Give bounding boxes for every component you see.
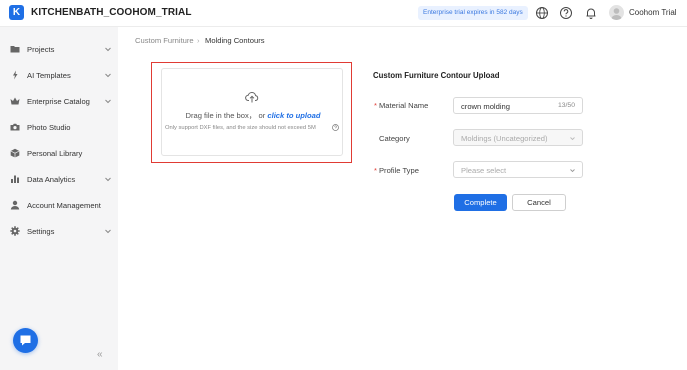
user-name[interactable]: Coohom Trial (629, 8, 677, 17)
category-value: Moldings (Uncategorized) (461, 134, 548, 143)
sidebar: Projects AI Templates Enterprise Catalog… (0, 27, 118, 370)
sidebar-item-label: Settings (27, 226, 55, 236)
character-count: 13/50 (557, 102, 575, 109)
sidebar-item-projects[interactable]: Projects (0, 37, 118, 61)
file-dropzone[interactable]: Drag file in the box， or click to upload… (161, 68, 343, 156)
breadcrumb-link-custom-furniture[interactable]: Custom Furniture (135, 36, 194, 45)
sidebar-item-photo-studio[interactable]: Photo Studio (0, 115, 118, 139)
sidebar-item-label: Projects (27, 44, 55, 54)
category-label: Category (379, 134, 410, 143)
folder-icon (10, 46, 20, 53)
form-title: Custom Furniture Contour Upload (373, 71, 500, 80)
help-icon[interactable] (559, 6, 573, 20)
app-title: KITCHENBATH_COOHOM_TRIAL (31, 7, 192, 18)
bell-icon[interactable] (584, 6, 598, 20)
sidebar-item-data-analytics[interactable]: Data Analytics (0, 167, 118, 191)
box-icon (10, 148, 20, 158)
sidebar-item-enterprise-catalog[interactable]: Enterprise Catalog (0, 89, 118, 113)
required-marker: * (374, 101, 377, 110)
chevron-down-icon (105, 229, 111, 234)
profile-type-label-text: Profile Type (378, 166, 419, 175)
cloud-upload-icon (245, 92, 259, 103)
profile-type-select[interactable]: Please select (453, 161, 583, 178)
chevron-down-icon (105, 73, 111, 78)
gear-icon (10, 226, 20, 236)
breadcrumb-separator: › (197, 36, 200, 45)
category-select: Moldings (Uncategorized) (453, 129, 583, 146)
sidebar-item-ai-templates[interactable]: AI Templates (0, 63, 118, 87)
chevron-down-icon (570, 137, 575, 141)
sidebar-item-label: Photo Studio (27, 122, 71, 132)
sidebar-item-label: Account Management (27, 200, 101, 210)
user-icon (10, 200, 20, 210)
sidebar-item-label: Personal Library (27, 148, 83, 158)
chevron-down-icon (105, 99, 111, 104)
chevron-down-icon (105, 47, 111, 52)
crown-icon (10, 97, 20, 105)
top-bar: K KITCHENBATH_COOHOM_TRIAL Enterprise tr… (0, 0, 687, 27)
bar-chart-icon (11, 175, 19, 183)
material-name-value: crown molding (461, 102, 510, 111)
sidebar-item-label: AI Templates (27, 70, 71, 80)
profile-type-placeholder: Please select (461, 166, 507, 175)
material-name-label-text: Material Name (378, 101, 429, 110)
profile-type-label: * Profile Type (374, 166, 419, 175)
sparkle-icon (13, 70, 18, 80)
sidebar-item-account-management[interactable]: Account Management (0, 193, 118, 217)
chat-support-button[interactable] (13, 328, 38, 353)
breadcrumb-current: Molding Contours (205, 36, 265, 45)
camera-icon (10, 123, 20, 131)
material-name-label: * Material Name (374, 101, 428, 110)
user-avatar-icon (611, 8, 622, 20)
chevron-down-icon (105, 177, 111, 182)
dropzone-instructions: Drag file in the box， or click to upload (162, 110, 344, 121)
click-to-upload-link[interactable]: click to upload (267, 111, 320, 120)
help-icon[interactable] (332, 124, 339, 131)
sidebar-item-settings[interactable]: Settings (0, 219, 118, 243)
sidebar-item-label: Data Analytics (27, 174, 76, 184)
material-name-field[interactable]: crown molding 13/50 (453, 97, 583, 114)
avatar[interactable] (609, 5, 624, 20)
file-requirements-hint: Only support DXF files, and the size sho… (165, 125, 316, 131)
sidebar-item-personal-library[interactable]: Personal Library (0, 141, 118, 165)
chat-icon (20, 335, 31, 346)
required-marker: * (374, 166, 377, 175)
complete-button[interactable]: Complete (454, 194, 507, 211)
cancel-button[interactable]: Cancel (512, 194, 566, 211)
collapse-sidebar-button[interactable]: « (97, 349, 103, 360)
app-logo[interactable]: K (9, 5, 24, 20)
trial-status-badge: Enterprise trial expires in 582 days (418, 6, 528, 20)
chevron-down-icon (570, 169, 575, 173)
sidebar-item-label: Enterprise Catalog (27, 96, 90, 106)
drag-text: Drag file in the box， or (185, 111, 268, 120)
globe-icon[interactable] (535, 6, 549, 20)
